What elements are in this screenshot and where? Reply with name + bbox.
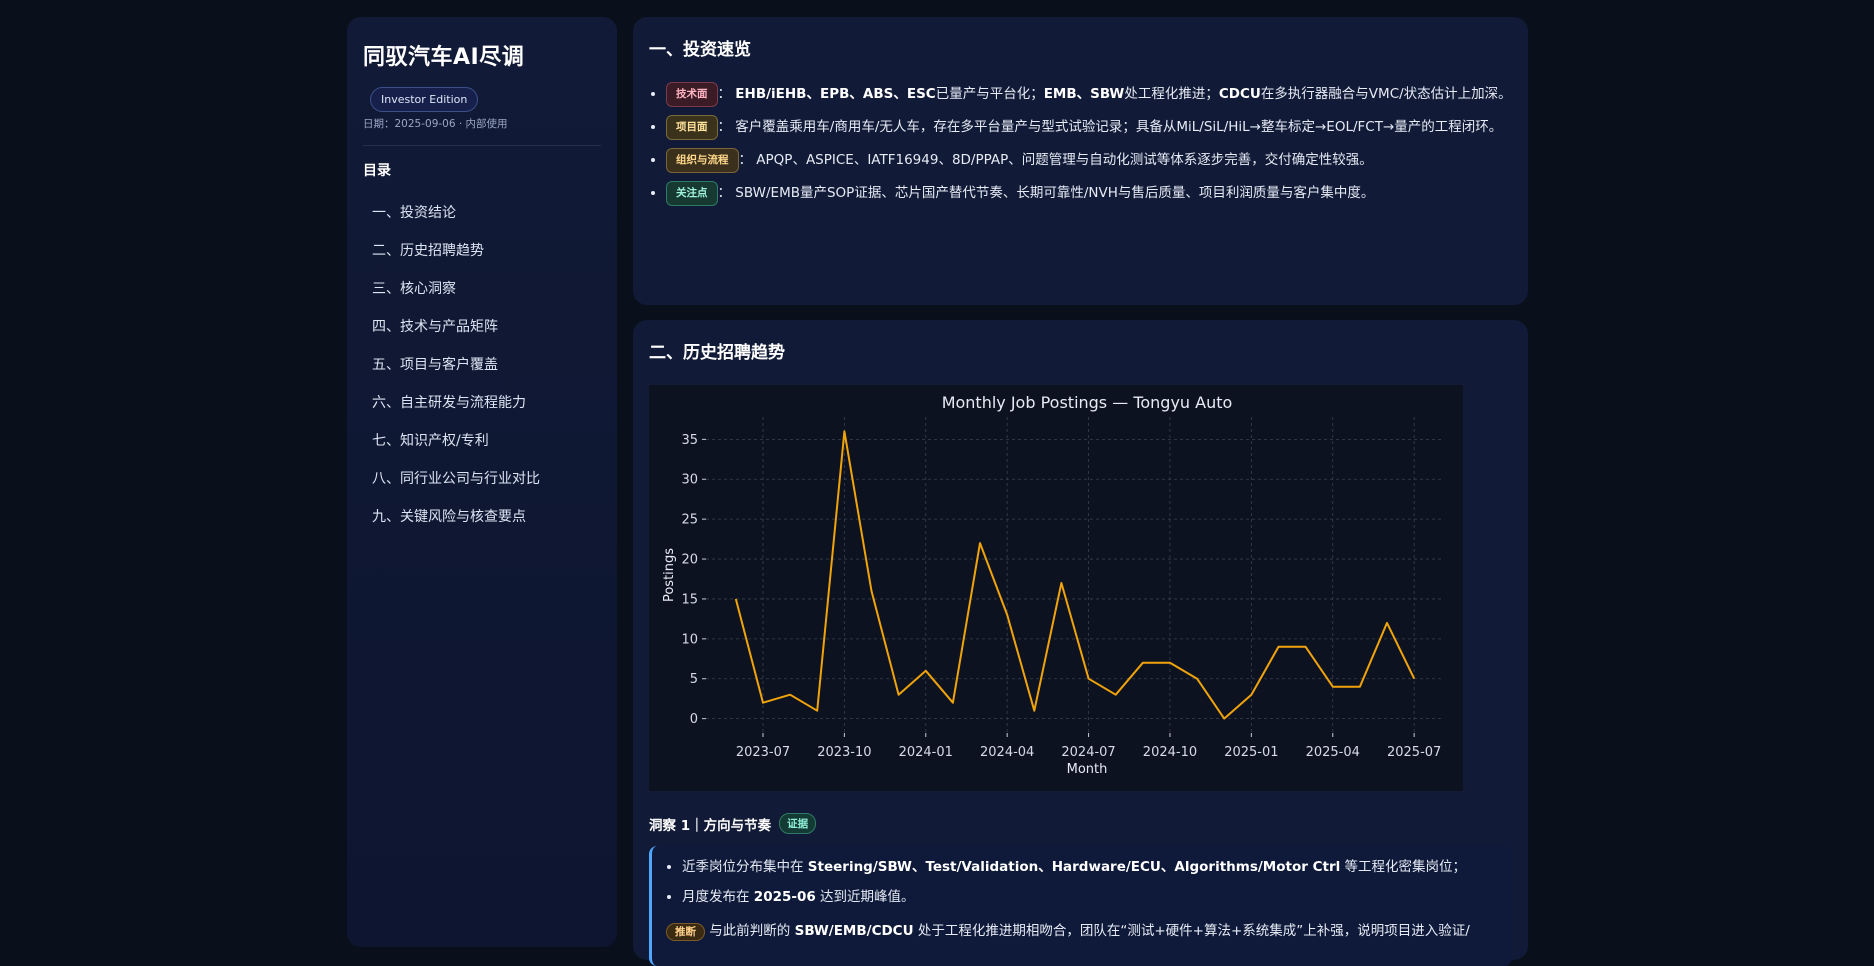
text: 达到近期峰值。	[815, 889, 915, 905]
x-axis-label: Month	[1067, 762, 1108, 777]
x-tick-label: 2023-10	[817, 745, 871, 760]
section-investment-overview: 一、投资速览 技术面： EHB/iEHB、EPB、ABS、ESC已量产与平台化；…	[633, 17, 1528, 305]
plot-area	[706, 417, 1444, 733]
section-hiring-trend: 二、历史招聘趋势 0 5 10 15 20 25 30 35 2023-07 2023-10 202…	[633, 320, 1528, 966]
tag-project: 项目面	[666, 115, 718, 140]
toc-item-ip[interactable]: 七、知识产权/专利	[363, 422, 601, 460]
toc-item-conclusion[interactable]: 一、投资结论	[363, 194, 601, 232]
sidebar-divider	[363, 145, 601, 146]
x-tick-label: 2024-07	[1061, 745, 1115, 760]
y-tick-label: 15	[681, 592, 698, 607]
text: 等工程化密集岗位；	[1340, 859, 1467, 875]
y-tick-label: 30	[681, 473, 698, 488]
text: 处工程化推进；	[1124, 86, 1219, 102]
y-tick-label: 25	[681, 513, 698, 528]
section-title: 二、历史招聘趋势	[649, 343, 785, 363]
evidence-badge: 证据	[779, 813, 817, 834]
text: 月度发布在	[682, 889, 754, 905]
brand-title: 同驭汽车AI尽调	[363, 45, 525, 70]
inference-line: 推断 与此前判断的 SBW/EMB/CDCU 处于工程化推进期相吻合，团队在“测…	[666, 916, 1498, 947]
overview-list: 技术面： EHB/iEHB、EPB、ABS、ESC已量产与平台化；EMB、SBW…	[649, 78, 1512, 210]
list-item: 关注点： SBW/EMB量产SOP证据、芯片国产替代节奏、长期可靠性/NVH与售…	[666, 177, 1512, 210]
tag-tech: 技术面	[666, 82, 718, 107]
toc-item-hiring-trend[interactable]: 二、历史招聘趋势	[363, 232, 601, 270]
x-tick-label: 2023-07	[736, 745, 790, 760]
tag-org-process: 组织与流程	[666, 148, 739, 173]
y-axis-label: Postings	[662, 548, 677, 602]
text: 与此前判断的	[705, 923, 795, 939]
bold-text: EHB/iEHB、EPB、ABS、ESC	[735, 86, 936, 102]
toc-item-tech-matrix[interactable]: 四、技术与产品矩阵	[363, 308, 601, 346]
x-tick-label: 2025-07	[1387, 745, 1441, 760]
x-tick-label: 2024-04	[980, 745, 1034, 760]
toc-item-projects[interactable]: 五、项目与客户覆盖	[363, 346, 601, 384]
list-item: 组织与流程： APQP、ASPICE、IATF16949、8D/PPAP、问题管…	[666, 144, 1512, 177]
tag-focus: 关注点	[666, 181, 718, 206]
text: 处于工程化推进期相吻合，团队在“测试+硬件+算法+系统集成”上补强，说明项目进入…	[913, 923, 1470, 939]
separator: ：	[717, 86, 732, 102]
text: 已量产与平台化；	[935, 86, 1044, 102]
insight-title: 洞察 1｜方向与节奏	[649, 817, 772, 834]
list-item: 项目面： 客户覆盖乘用车/商用车/无人车，存在多平台量产与型式试验记录；具备从M…	[666, 111, 1512, 144]
toc-item-insights[interactable]: 三、核心洞察	[363, 270, 601, 308]
toc-item-risks[interactable]: 九、关键风险与核查要点	[363, 498, 601, 536]
edition-badge: Investor Edition	[370, 87, 479, 112]
list-item: 近季岗位分布集中在 Steering/SBW、Test/Validation、H…	[682, 852, 1498, 882]
job-postings-chart: 0 5 10 15 20 25 30 35 2023-07 2023-10 2024-01 2024-…	[662, 393, 1444, 777]
text: 在多执行器融合与VMC/状态估计上加深。	[1260, 86, 1512, 102]
list-item: 月度发布在 2025-06 达到近期峰值。	[682, 882, 1498, 912]
insight-list: 近季岗位分布集中在 Steering/SBW、Test/Validation、H…	[666, 852, 1498, 912]
y-tick-label: 35	[681, 433, 698, 448]
bold-text: SBW/EMB/CDCU	[794, 923, 914, 939]
toc-item-rnd-process[interactable]: 六、自主研发与流程能力	[363, 384, 601, 422]
report-date: 日期：2025-09-06 · 内部使用	[363, 118, 508, 130]
y-tick-label: 20	[681, 553, 698, 568]
insight-heading: 洞察 1｜方向与节奏 证据	[649, 813, 1512, 834]
bold-text: 2025-06	[753, 889, 816, 905]
bold-text: Steering/SBW、Test/Validation、Hardware/EC…	[807, 859, 1341, 875]
list-item: 技术面： EHB/iEHB、EPB、ABS、ESC已量产与平台化；EMB、SBW…	[666, 78, 1512, 111]
y-tick-label: 10	[681, 632, 698, 647]
y-tick-label: 0	[690, 712, 698, 727]
y-tick-label: 5	[690, 672, 698, 687]
text: 客户覆盖乘用车/商用车/无人车，存在多平台量产与型式试验记录；具备从MiL/Si…	[735, 119, 1503, 135]
infer-badge: 推断	[666, 923, 705, 941]
insight-box: 近季岗位分布集中在 Steering/SBW、Test/Validation、H…	[649, 846, 1512, 966]
section-title: 一、投资速览	[649, 40, 751, 60]
text: APQP、ASPICE、IATF16949、8D/PPAP、问题管理与自动化测试…	[756, 152, 1373, 168]
bold-text: CDCU	[1218, 86, 1261, 102]
toc-heading: 目录	[363, 163, 391, 179]
x-tick-label: 2024-01	[899, 745, 953, 760]
toc-item-peers[interactable]: 八、同行业公司与行业对比	[363, 460, 601, 498]
chart-title: Monthly Job Postings — Tongyu Auto	[942, 393, 1233, 412]
text: 近季岗位分布集中在	[682, 859, 808, 875]
x-tick-label: 2025-04	[1306, 745, 1360, 760]
text: SBW/EMB量产SOP证据、芯片国产替代节奏、长期可靠性/NVH与售后质量、项…	[735, 185, 1375, 201]
x-tick-label: 2024-10	[1143, 745, 1197, 760]
sidebar: 同驭汽车AI尽调 Investor Edition 日期：2025-09-06 …	[347, 17, 617, 947]
chart-container: 0 5 10 15 20 25 30 35 2023-07 2023-10 2024-01 2024-…	[649, 385, 1463, 791]
bold-text: EMB、SBW	[1043, 86, 1125, 102]
separator: ：	[738, 152, 753, 168]
separator: ：	[717, 119, 732, 135]
separator: ：	[717, 185, 732, 201]
x-tick-label: 2025-01	[1224, 745, 1278, 760]
